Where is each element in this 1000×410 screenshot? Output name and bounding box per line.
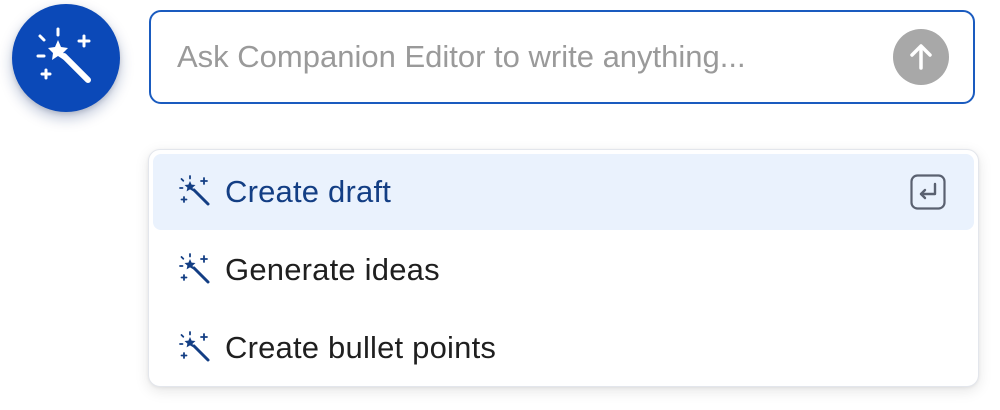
suggestion-generate-ideas[interactable]: Generate ideas bbox=[153, 232, 974, 308]
magic-wand-icon bbox=[179, 331, 210, 362]
suggestion-label: Create draft bbox=[225, 174, 392, 209]
prompt-container bbox=[149, 10, 975, 104]
magic-wand-icon bbox=[36, 27, 91, 83]
suggestion-label: Generate ideas bbox=[225, 252, 440, 287]
send-button[interactable] bbox=[893, 29, 949, 85]
enter-key-icon bbox=[910, 174, 946, 210]
magic-wand-icon bbox=[179, 175, 210, 206]
prompt-input[interactable] bbox=[177, 32, 893, 82]
suggestions-menu: Create draft Generate ideas Create bulle… bbox=[148, 149, 979, 387]
suggestion-create-draft[interactable]: Create draft bbox=[153, 154, 974, 230]
magic-wand-icon bbox=[179, 253, 210, 284]
suggestion-label: Create bullet points bbox=[225, 330, 497, 365]
magic-wand-button[interactable] bbox=[12, 4, 120, 112]
arrow-up-icon bbox=[910, 44, 932, 70]
companion-editor-widget: Create draft Generate ideas bbox=[0, 0, 1000, 410]
suggestion-create-bullet-points[interactable]: Create bullet points bbox=[153, 310, 974, 386]
